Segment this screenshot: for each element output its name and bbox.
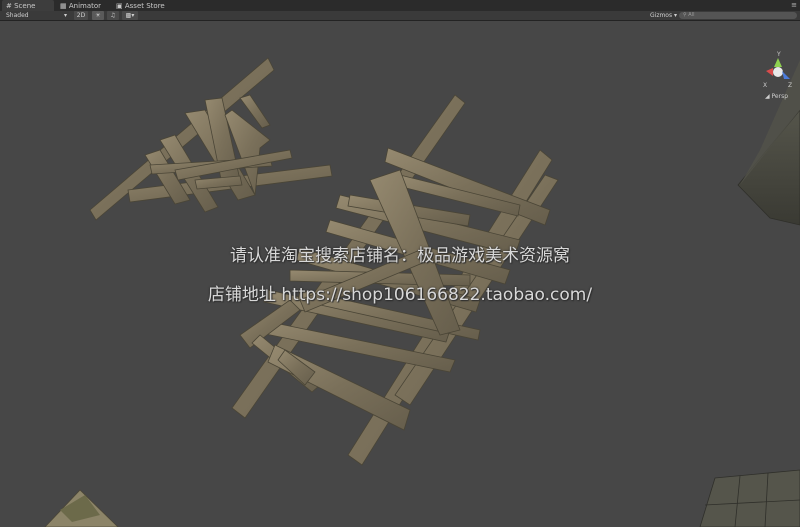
search-placeholder: All xyxy=(688,12,695,18)
tab-scene-label: Scene xyxy=(14,2,36,10)
image-effects-icon: ▩▾ xyxy=(125,12,135,19)
persp-icon: ◢ xyxy=(764,93,770,100)
axis-x-cone[interactable] xyxy=(766,68,773,76)
chevron-down-icon: ▾ xyxy=(674,12,678,19)
shading-mode-dropdown[interactable]: Shaded ▾ xyxy=(6,11,70,20)
tab-animator[interactable]: ▦ Animator xyxy=(60,0,112,11)
gizmos-dropdown[interactable]: Gizmos ▾ xyxy=(650,11,680,20)
gizmo-center-cube[interactable] xyxy=(773,67,783,77)
gizmo-axis-label-z: Z xyxy=(788,82,792,89)
axis-z-cone[interactable] xyxy=(782,71,790,79)
shading-mode-label: Shaded xyxy=(6,12,29,19)
scene-lighting-button[interactable]: ☀ xyxy=(92,11,104,20)
search-input[interactable]: ⚲ All xyxy=(679,12,797,19)
asset-store-icon: ▣ xyxy=(116,2,123,10)
toggle-2d-label: 2D xyxy=(76,12,86,19)
axis-y-cone[interactable] xyxy=(774,58,782,67)
gizmos-label: Gizmos xyxy=(650,12,673,19)
projection-label: Persp xyxy=(771,93,789,100)
scene-render xyxy=(44,57,800,527)
plank-pile-left xyxy=(89,57,333,221)
mossy-block-bottom-left xyxy=(44,489,119,527)
search-icon: ⚲ xyxy=(683,12,687,18)
tab-menu-icon[interactable]: ≡ xyxy=(791,0,797,10)
scene-toolbar: Shaded ▾ 2D ☀ ♫ ▩▾ Gizmos ▾ ⚲ All xyxy=(0,11,800,21)
projection-toggle[interactable]: ◢ Persp xyxy=(765,93,788,100)
watermark-line-1: 请认准淘宝搜索店铺名：极品游戏美术资源窝 xyxy=(230,246,570,266)
tab-scene[interactable]: # Scene xyxy=(2,0,54,11)
scene-audio-button[interactable]: ♫ xyxy=(107,11,119,20)
scene-viewport[interactable]: Y X Z ◢ Persp 请认准淘宝搜索店铺名：极品游戏美术资源窝 店铺地址 … xyxy=(0,21,800,527)
tab-asset-store-label: Asset Store xyxy=(124,2,165,10)
tab-asset-store[interactable]: ▣ Asset Store xyxy=(116,0,176,11)
toggle-2d-button[interactable]: 2D xyxy=(74,11,88,20)
stone-block-bottom-right xyxy=(699,469,800,527)
tab-animator-label: Animator xyxy=(68,2,102,10)
scene-effects-button[interactable]: ▩▾ xyxy=(122,11,138,20)
scene-icon: # xyxy=(6,2,12,10)
sun-icon: ☀ xyxy=(95,12,101,19)
chevron-down-icon: ▾ xyxy=(64,12,68,19)
gizmo-axis-label-x: X xyxy=(763,82,767,89)
watermark-line-2: 店铺地址 https://shop106166822.taobao.com/ xyxy=(207,285,593,305)
window-tab-bar: # Scene ▦ Animator ▣ Asset Store ≡ xyxy=(0,0,800,11)
speaker-icon: ♫ xyxy=(110,12,116,19)
gizmo-axis-label-y: Y xyxy=(776,51,781,58)
animator-icon: ▦ xyxy=(60,2,67,10)
